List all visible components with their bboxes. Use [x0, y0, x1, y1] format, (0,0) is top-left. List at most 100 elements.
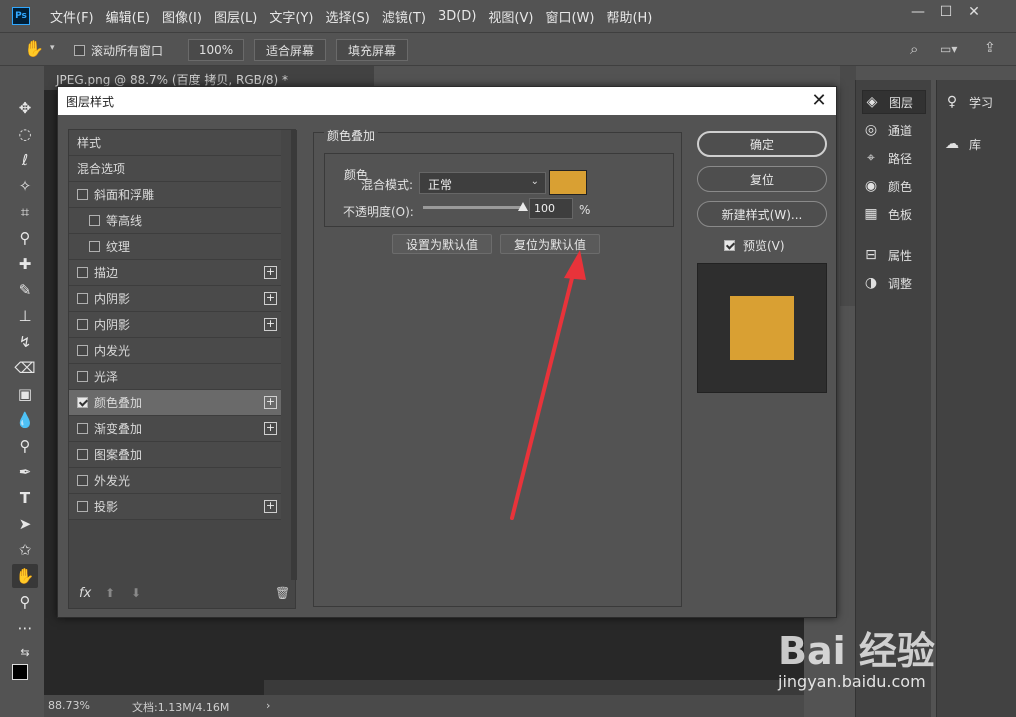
status-zoom[interactable]: 88.73%: [48, 699, 90, 712]
reset-to-default-button[interactable]: 复位为默认值: [500, 234, 600, 254]
style-list-item[interactable]: 样式: [69, 130, 281, 156]
panel-tab[interactable]: ☁ 库: [943, 132, 1007, 156]
menu-item[interactable]: 图层(L): [214, 7, 257, 26]
style-checkbox[interactable]: [89, 215, 100, 226]
maximize-icon[interactable]: ☐: [934, 2, 958, 22]
style-checkbox[interactable]: [77, 449, 88, 460]
style-checkbox[interactable]: [77, 475, 88, 486]
menu-item[interactable]: 滤镜(T): [382, 7, 426, 26]
menu-item[interactable]: 视图(V): [488, 7, 533, 26]
history-brush-tool-icon[interactable]: ↯: [12, 330, 38, 354]
style-checkbox[interactable]: [77, 293, 88, 304]
style-checkbox[interactable]: [77, 397, 88, 408]
style-list-item[interactable]: 外发光: [69, 468, 281, 494]
move-down-icon[interactable]: ⬇: [131, 586, 141, 600]
preview-option[interactable]: 预览(V): [724, 237, 785, 254]
status-chevron-icon[interactable]: ›: [266, 699, 270, 712]
style-checkbox[interactable]: [77, 319, 88, 330]
crop-tool-icon[interactable]: ⌗: [12, 200, 38, 224]
scroll-all-windows-option[interactable]: 滚动所有窗口: [74, 42, 163, 59]
magic-wand-tool-icon[interactable]: ✧: [12, 174, 38, 198]
move-up-icon[interactable]: ⬆: [105, 586, 115, 600]
style-checkbox[interactable]: [89, 241, 100, 252]
style-checkbox[interactable]: [77, 189, 88, 200]
fit-screen-button[interactable]: 适合屏幕: [254, 39, 326, 61]
menu-item[interactable]: 编辑(E): [106, 7, 150, 26]
window-close-icon[interactable]: ✕: [962, 2, 986, 22]
style-checkbox[interactable]: [77, 345, 88, 356]
panel-tab[interactable]: ⊟ 属性: [862, 243, 926, 267]
swap-colors-icon[interactable]: ⇆: [12, 640, 38, 664]
style-checkbox[interactable]: [77, 501, 88, 512]
style-list-item[interactable]: 渐变叠加 +: [69, 416, 281, 442]
style-list-item[interactable]: 颜色叠加 +: [69, 390, 281, 416]
panel-tab[interactable]: ◎ 通道: [862, 118, 926, 142]
brush-tool-icon[interactable]: ✎: [12, 278, 38, 302]
style-list-item[interactable]: 斜面和浮雕: [69, 182, 281, 208]
style-checkbox[interactable]: [77, 423, 88, 434]
style-list-item[interactable]: 内阴影 +: [69, 286, 281, 312]
add-effect-icon[interactable]: +: [264, 396, 277, 409]
healing-brush-tool-icon[interactable]: ✚: [12, 252, 38, 276]
add-effect-icon[interactable]: +: [264, 266, 277, 279]
set-as-default-button[interactable]: 设置为默认值: [392, 234, 492, 254]
add-effect-icon[interactable]: +: [264, 500, 277, 513]
add-effect-icon[interactable]: +: [264, 292, 277, 305]
panel-tab[interactable]: ◉ 颜色: [862, 174, 926, 198]
blend-mode-select[interactable]: 正常 ⌄: [419, 172, 546, 194]
fx-icon[interactable]: fx: [79, 586, 91, 601]
menu-item[interactable]: 图像(I): [162, 7, 202, 26]
style-list-item[interactable]: 纹理: [69, 234, 281, 260]
gradient-tool-icon[interactable]: ▣: [12, 382, 38, 406]
add-effect-icon[interactable]: +: [264, 318, 277, 331]
add-effect-icon[interactable]: +: [264, 422, 277, 435]
move-tool-icon[interactable]: ✥: [12, 96, 38, 120]
search-icon[interactable]: ⌕: [910, 40, 918, 58]
path-selection-tool-icon[interactable]: ➤: [12, 512, 38, 536]
trash-icon[interactable]: 🗑: [275, 586, 290, 600]
zoom-tool-icon[interactable]: ⚲: [12, 590, 38, 614]
opacity-slider-thumb[interactable]: [518, 202, 528, 211]
panel-tab[interactable]: ⌖ 路径: [862, 146, 926, 170]
preview-checkbox[interactable]: [724, 240, 735, 251]
style-checkbox[interactable]: [77, 267, 88, 278]
style-list-item[interactable]: 图案叠加: [69, 442, 281, 468]
panel-tab[interactable]: ◑ 调整: [862, 271, 926, 295]
style-checkbox[interactable]: [77, 371, 88, 382]
panel-tab[interactable]: ▦ 色板: [862, 202, 926, 226]
share-icon[interactable]: ⇪: [984, 40, 996, 56]
type-tool-icon[interactable]: T: [12, 486, 38, 510]
hand-tool-active-icon[interactable]: ✋: [12, 564, 38, 588]
menu-item[interactable]: 3D(D): [438, 9, 476, 24]
scroll-all-checkbox[interactable]: [74, 45, 85, 56]
style-list-scrollbar[interactable]: [291, 130, 297, 580]
style-list-item[interactable]: 投影 +: [69, 494, 281, 520]
style-list-item[interactable]: 描边 +: [69, 260, 281, 286]
blur-tool-icon[interactable]: 💧: [12, 408, 38, 432]
hand-tool-icon[interactable]: ✋: [24, 39, 44, 58]
overlay-color-swatch[interactable]: [549, 170, 587, 195]
marquee-tool-icon[interactable]: ◌: [12, 122, 38, 146]
dodge-tool-icon[interactable]: ⚲: [12, 434, 38, 458]
lasso-tool-icon[interactable]: ℓ: [12, 148, 38, 172]
more-tools-icon[interactable]: ⋯: [12, 616, 38, 640]
menu-item[interactable]: 选择(S): [325, 7, 369, 26]
menu-item[interactable]: 文件(F): [50, 7, 94, 26]
opacity-input[interactable]: 100: [529, 198, 573, 219]
opacity-slider-track[interactable]: [423, 206, 523, 209]
menu-item[interactable]: 窗口(W): [545, 7, 594, 26]
eraser-tool-icon[interactable]: ⌫: [12, 356, 38, 380]
foreground-color-swatch[interactable]: [12, 664, 28, 680]
dialog-close-icon[interactable]: ✕: [808, 89, 830, 111]
shape-tool-icon[interactable]: ✩: [12, 538, 38, 562]
stamp-tool-icon[interactable]: ⊥: [12, 304, 38, 328]
minimize-icon[interactable]: —: [906, 2, 930, 22]
workspace-icon[interactable]: ▭▾: [940, 42, 957, 56]
new-style-button[interactable]: 新建样式(W)...: [697, 201, 827, 227]
pen-tool-icon[interactable]: ✒: [12, 460, 38, 484]
style-list-item[interactable]: 内发光: [69, 338, 281, 364]
style-list-item[interactable]: 等高线: [69, 208, 281, 234]
menu-item[interactable]: 帮助(H): [606, 7, 652, 26]
style-list-item[interactable]: 内阴影 +: [69, 312, 281, 338]
zoom-100-button[interactable]: 100%: [188, 39, 244, 61]
